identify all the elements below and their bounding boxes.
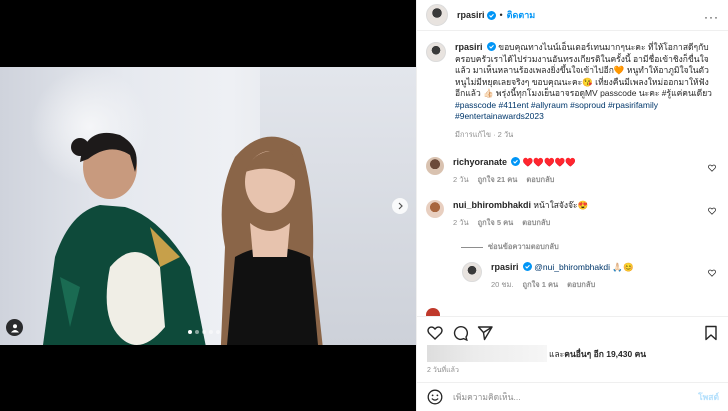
carousel-dot <box>188 330 192 334</box>
reply-likes[interactable]: ถูกใจ 1 คน <box>523 279 559 291</box>
avatar[interactable] <box>462 262 482 282</box>
avatar[interactable] <box>426 157 444 175</box>
post-actions <box>417 316 728 348</box>
reply-text: 🙏🏻😊 <box>612 262 634 272</box>
comment-username[interactable]: richyoranate <box>453 157 507 167</box>
heart-outline-icon[interactable] <box>708 269 716 277</box>
verified-badge-icon <box>522 262 532 271</box>
heart-icon[interactable] <box>427 325 443 341</box>
add-comment-bar: โพสต์ <box>417 382 728 411</box>
next-image-button[interactable] <box>392 198 408 214</box>
reply-item: rpasiri @nui_bhirombhakdi 🙏🏻😊 20 ชม. ถูก… <box>462 262 726 291</box>
verified-badge-icon <box>486 10 496 20</box>
verified-badge-icon <box>486 42 496 51</box>
hide-replies-button[interactable]: ซ่อนข้อความตอบกลับ <box>461 241 559 253</box>
hide-replies-label: ซ่อนข้อความตอบกลับ <box>488 242 559 251</box>
reply-button[interactable]: ตอบกลับ <box>567 279 595 291</box>
comment-likes[interactable]: ถูกใจ 5 คน <box>478 217 514 229</box>
post-photo[interactable] <box>0 67 416 345</box>
comment-time: 2 วัน <box>453 218 469 227</box>
emoji-icon[interactable] <box>427 389 443 405</box>
bookmark-icon[interactable] <box>703 325 719 341</box>
person-right-figure <box>220 136 323 345</box>
comment-item: nui_bhirombhakdi หน้าใสจังจ๊ะ😍 2 วัน ถูก… <box>426 200 726 229</box>
comment-time: 2 วัน <box>453 175 469 184</box>
chevron-right-icon <box>398 202 403 210</box>
comment-text: ♥️♥️♥️♥️♥️ <box>522 157 576 167</box>
likes-count[interactable]: คนอื่นๆ อีก 19,430 คน <box>564 347 646 361</box>
comment-likes[interactable]: ถูกใจ 21 คน <box>478 174 518 186</box>
post-header: rpasiri • ติดตาม ··· <box>417 0 728 31</box>
instagram-post-modal: rpasiri • ติดตาม ··· rpasiri ขอบคุณทางไน… <box>0 0 728 411</box>
post-caption: rpasiri ขอบคุณทางไนน์เอ็นเตอร์เทนมากๆนะค… <box>426 42 721 141</box>
comment-item: richyoranate ♥️♥️♥️♥️♥️ 2 วัน ถูกใจ 21 ค… <box>426 157 726 186</box>
caption-text-block: rpasiri ขอบคุณทางไนน์เอ็นเตอร์เทนมากๆนะค… <box>455 42 715 123</box>
next-comment-partial <box>426 306 726 316</box>
more-horizontal-icon[interactable]: ··· <box>704 10 719 24</box>
carousel-indicator <box>188 330 220 334</box>
post-media <box>0 0 416 411</box>
reply-time: 20 ชม. <box>491 280 514 289</box>
follow-button[interactable]: ติดตาม <box>507 8 536 22</box>
share-icon[interactable] <box>477 325 493 341</box>
post-time: 2 วันที่แล้ว <box>427 367 459 374</box>
reply-mention[interactable]: @nui_bhirombhakdi <box>534 262 610 272</box>
likes-summary[interactable]: และ คนอื่นๆ อีก 19,430 คน <box>427 345 646 362</box>
caption-time: มีการแก้ไข · 2 วัน <box>455 129 514 139</box>
carousel-dot <box>195 330 199 334</box>
comment-input[interactable] <box>453 392 673 402</box>
person-left-figure <box>43 132 206 345</box>
post-side-panel: rpasiri • ติดตาม ··· rpasiri ขอบคุณทางไน… <box>416 0 728 411</box>
caption-username[interactable]: rpasiri <box>455 42 483 52</box>
carousel-dot <box>209 330 213 334</box>
tagged-users-button[interactable] <box>6 319 23 336</box>
avatar[interactable] <box>426 4 448 26</box>
divider <box>461 246 483 248</box>
comment-icon[interactable] <box>452 325 468 341</box>
reply-button[interactable]: ตอบกลับ <box>526 174 554 186</box>
comment-username[interactable]: nui_bhirombhakdi <box>453 200 531 210</box>
heart-outline-icon[interactable] <box>708 207 716 215</box>
verified-badge-icon <box>511 157 521 166</box>
caption-hashtags[interactable]: #passcode #411ent #allyraum #soproud #rp… <box>455 100 658 122</box>
comment-text: หน้าใสจังจ๊ะ😍 <box>533 200 589 210</box>
avatar[interactable] <box>426 42 446 62</box>
user-icon <box>10 323 19 332</box>
reply-button[interactable]: ตอบกลับ <box>522 217 550 229</box>
carousel-dot <box>202 330 206 334</box>
post-comment-button[interactable]: โพสต์ <box>698 390 719 404</box>
heart-outline-icon[interactable] <box>708 164 716 172</box>
reply-username[interactable]: rpasiri <box>491 262 519 272</box>
avatar[interactable] <box>426 200 444 218</box>
blurred-region <box>427 345 547 362</box>
likes-prefix: และ <box>549 348 565 359</box>
header-username[interactable]: rpasiri <box>457 10 485 20</box>
carousel-dot <box>216 330 220 334</box>
